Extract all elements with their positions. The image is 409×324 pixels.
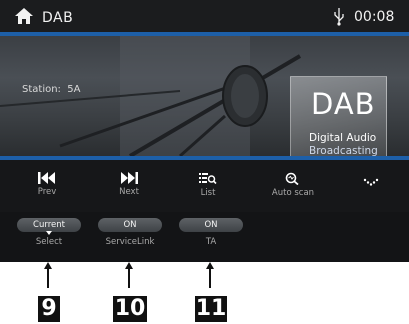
- select-label: Select: [35, 237, 63, 247]
- prev-label: Prev: [37, 187, 57, 197]
- control-bar: Prev Next List Auto scan: [0, 160, 409, 212]
- home-icon[interactable]: [14, 6, 34, 26]
- station-value: 5A: [67, 84, 81, 95]
- dab-logo: DAB Digital Audio Broadcasting: [290, 76, 387, 156]
- callout-arrow-11: [206, 262, 214, 288]
- next-label: Next: [119, 187, 139, 197]
- list-label: List: [200, 188, 216, 198]
- select-option[interactable]: Current Select: [13, 218, 85, 247]
- select-value-pill[interactable]: Current: [17, 218, 81, 235]
- callout-11: 11: [195, 296, 227, 322]
- caret-down-icon: [46, 231, 52, 235]
- next-button[interactable]: Next: [112, 172, 146, 197]
- more-chevron-icon: [363, 178, 379, 186]
- option-bar: Current Select ON ServiceLink ON TA: [0, 212, 409, 262]
- callout-arrow-9: [44, 262, 52, 288]
- usb-icon: [334, 8, 344, 26]
- skip-back-icon: [38, 172, 55, 184]
- servicelink-option[interactable]: ON ServiceLink: [94, 218, 166, 247]
- station-label: Station: 5A: [22, 84, 80, 95]
- servicelink-label: ServiceLink: [105, 237, 155, 247]
- dab-logo-text: DAB: [311, 87, 376, 121]
- servicelink-toggle[interactable]: ON: [98, 218, 162, 232]
- select-value: Current: [33, 220, 65, 230]
- list-search-icon: [199, 173, 217, 185]
- app-title: DAB: [42, 10, 74, 26]
- station-artwork: Station: 5A DAB Digital Audio Broadcasti…: [0, 36, 409, 156]
- skip-forward-icon: [121, 172, 138, 184]
- dab-logo-line2: Broadcasting: [309, 145, 378, 156]
- prev-button[interactable]: Prev: [30, 172, 64, 197]
- ta-label: TA: [205, 237, 217, 247]
- more-button[interactable]: [361, 178, 381, 186]
- auto-scan-label: Auto scan: [271, 188, 315, 198]
- status-bar: DAB 00:08: [0, 0, 409, 32]
- clock: 00:08: [354, 9, 395, 25]
- list-button[interactable]: List: [193, 172, 223, 198]
- callout-10: 10: [113, 296, 147, 322]
- dab-screen: DAB 00:08 Station: 5A DAB Digital Audio …: [0, 0, 409, 262]
- ta-option[interactable]: ON TA: [175, 218, 247, 247]
- callout-arrow-10: [125, 262, 133, 288]
- callout-9: 9: [38, 296, 60, 322]
- station-caption: Station:: [22, 84, 61, 95]
- ta-toggle[interactable]: ON: [179, 218, 243, 232]
- auto-scan-button[interactable]: Auto scan: [268, 172, 318, 198]
- dab-logo-line1: Digital Audio: [309, 132, 377, 144]
- scan-icon: [285, 172, 299, 185]
